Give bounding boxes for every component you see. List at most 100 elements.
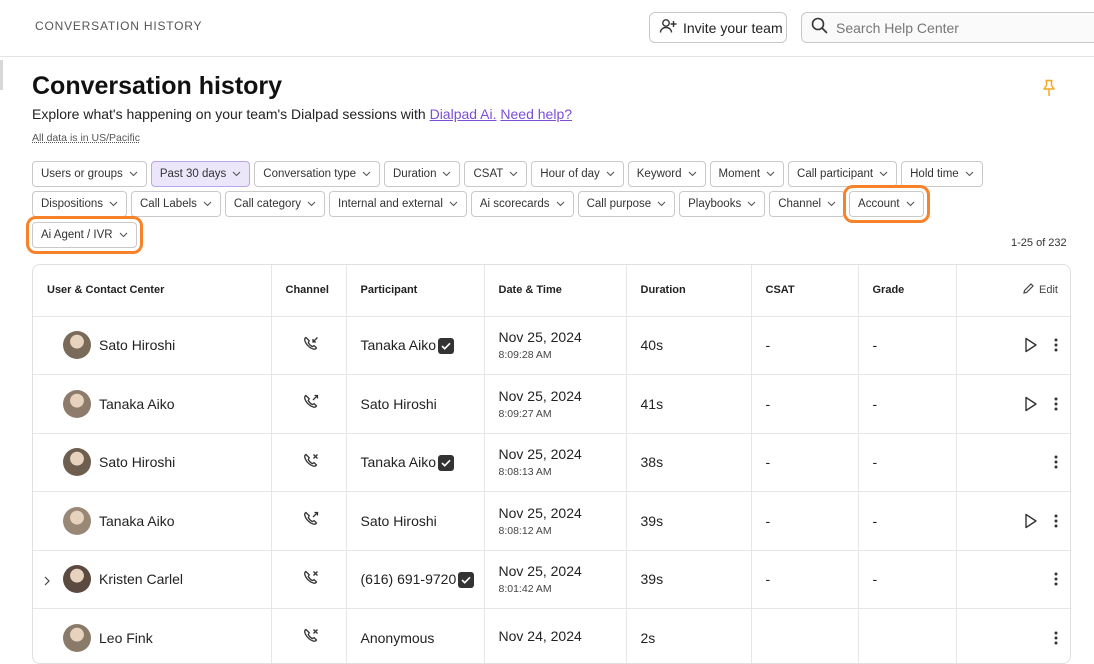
cell-date-time: Nov 25, 20248:01:42 AM: [484, 550, 626, 609]
more-options-icon[interactable]: [1054, 338, 1058, 352]
col-actions: Edit: [956, 265, 1071, 316]
filter-chip-duration[interactable]: Duration: [384, 161, 460, 187]
more-options-icon[interactable]: [1054, 572, 1058, 586]
filter-chip-keyword[interactable]: Keyword: [628, 161, 706, 187]
edit-label: Edit: [1039, 284, 1058, 296]
filter-chip-past-30-days[interactable]: Past 30 days: [151, 161, 250, 187]
call-date: Nov 25, 2024: [499, 446, 626, 463]
filter-chip-label: Dispositions: [41, 198, 103, 210]
col-date-time[interactable]: Date & Time: [484, 265, 626, 316]
filter-chip-ai-scorecards[interactable]: Ai scorecards: [471, 191, 574, 217]
pencil-icon: [1022, 282, 1039, 298]
filter-chip-label: Ai scorecards: [480, 198, 550, 210]
chevron-down-icon: [879, 171, 888, 177]
filter-chip-csat[interactable]: CSAT: [464, 161, 527, 187]
table-row[interactable]: Tanaka AikoSato HiroshiNov 25, 20248:09:…: [33, 375, 1071, 434]
filter-chip-label: Conversation type: [263, 168, 356, 180]
pin-icon[interactable]: [1041, 79, 1057, 102]
table-row[interactable]: Sato HiroshiTanaka AikoNov 25, 20248:08:…: [33, 433, 1071, 492]
cell-actions: [956, 375, 1071, 434]
cell-csat: -: [751, 375, 858, 434]
filter-chip-conversation-type[interactable]: Conversation type: [254, 161, 380, 187]
user-name: Sato Hiroshi: [99, 454, 175, 470]
cell-actions: [956, 492, 1071, 551]
cell-actions: [956, 433, 1071, 492]
play-recording-icon[interactable]: [1024, 337, 1038, 353]
chevron-down-icon: [442, 171, 451, 177]
cell-channel: [271, 433, 346, 492]
table-row[interactable]: Leo FinkAnonymousNov 24, 20242s: [33, 609, 1071, 664]
cell-participant: Tanaka Aiko: [346, 433, 484, 492]
more-options-icon[interactable]: [1054, 514, 1058, 528]
chevron-down-icon: [509, 171, 518, 177]
col-csat[interactable]: CSAT: [751, 265, 858, 316]
participant-name: Tanaka Aiko: [361, 337, 437, 353]
chevron-down-icon: [606, 171, 615, 177]
cell-grade: -: [858, 550, 956, 609]
table-row[interactable]: Tanaka AikoSato HiroshiNov 25, 20248:08:…: [33, 492, 1071, 551]
user-info: Sato Hiroshi: [47, 448, 271, 476]
table-row[interactable]: Sato Hiroshi Tanaka Aiko Nov 25, 20248:09:…: [33, 316, 1071, 375]
row-actions: [971, 455, 1072, 469]
filter-chip-internal-and-external[interactable]: Internal and external: [329, 191, 467, 217]
chevron-down-icon: [688, 171, 697, 177]
play-recording-icon[interactable]: [1024, 513, 1038, 529]
filter-chip-call-category[interactable]: Call category: [225, 191, 325, 217]
cell-user: Kristen Carlel: [33, 550, 271, 609]
call-time: 8:01:42 AM: [499, 583, 626, 595]
table-row[interactable]: Kristen Carlel(616) 691-9720Nov 25, 2024…: [33, 550, 1071, 609]
filter-chip-hour-of-day[interactable]: Hour of day: [531, 161, 623, 187]
user-name: Tanaka Aiko: [99, 513, 175, 529]
col-user[interactable]: User & Contact Center: [33, 265, 271, 316]
cell-participant: Anonymous: [346, 609, 484, 664]
cell-channel: [271, 550, 346, 609]
edit-columns-button[interactable]: Edit: [971, 282, 1072, 298]
participant-name: Sato Hiroshi: [361, 396, 437, 412]
subtitle-text: Explore what's happening on your team's …: [32, 106, 426, 122]
cell-duration: 41s: [626, 375, 751, 434]
more-options-icon[interactable]: [1054, 397, 1058, 411]
search-input[interactable]: [836, 20, 1076, 36]
more-options-icon[interactable]: [1054, 455, 1058, 469]
row-actions: [971, 396, 1072, 412]
filter-chip-channel[interactable]: Channel: [769, 191, 845, 217]
search-help-center[interactable]: [801, 12, 1094, 43]
cell-actions: [956, 316, 1071, 375]
cell-actions: [956, 550, 1071, 609]
filter-chip-account[interactable]: Account: [849, 191, 924, 217]
cell-grade: -: [858, 492, 956, 551]
cell-grade: [858, 609, 956, 664]
filter-chip-call-labels[interactable]: Call Labels: [131, 191, 221, 217]
expand-row-icon[interactable]: [43, 573, 51, 589]
filter-chip-ai-agent-ivr[interactable]: Ai Agent / IVR: [32, 222, 137, 248]
filter-chip-call-purpose[interactable]: Call purpose: [578, 191, 676, 217]
user-name: Sato Hiroshi: [99, 337, 175, 353]
play-recording-icon[interactable]: [1024, 396, 1038, 412]
invite-team-label: Invite your team: [683, 20, 783, 36]
filter-chip-label: Past 30 days: [160, 168, 226, 180]
filter-chip-label: Users or groups: [41, 168, 123, 180]
cell-duration: 40s: [626, 316, 751, 375]
call-time: 8:08:12 AM: [499, 525, 626, 537]
filter-chip-playbooks[interactable]: Playbooks: [679, 191, 765, 217]
filter-chip-label: Call participant: [797, 168, 873, 180]
filter-chip-moment[interactable]: Moment: [710, 161, 785, 187]
dialpad-ai-link[interactable]: Dialpad Ai.: [430, 106, 497, 122]
col-channel[interactable]: Channel: [271, 265, 346, 316]
filter-chip-dispositions[interactable]: Dispositions: [32, 191, 127, 217]
cell-participant: Tanaka Aiko: [346, 316, 484, 375]
cell-date-time: Nov 25, 20248:09:28 AM: [484, 316, 626, 375]
filter-chip-label: Keyword: [637, 168, 682, 180]
chevron-down-icon: [362, 171, 371, 177]
chevron-down-icon: [906, 201, 915, 207]
filter-chip-users-or-groups[interactable]: Users or groups: [32, 161, 147, 187]
invite-team-button[interactable]: Invite your team: [649, 12, 787, 43]
col-participant[interactable]: Participant: [346, 265, 484, 316]
cell-duration: 2s: [626, 609, 751, 664]
filter-chip-call-participant[interactable]: Call participant: [788, 161, 897, 187]
need-help-link[interactable]: Need help?: [500, 106, 572, 122]
col-duration[interactable]: Duration: [626, 265, 751, 316]
cell-channel: [271, 609, 346, 664]
filter-chip-hold-time[interactable]: Hold time: [901, 161, 983, 187]
col-grade[interactable]: Grade: [858, 265, 956, 316]
